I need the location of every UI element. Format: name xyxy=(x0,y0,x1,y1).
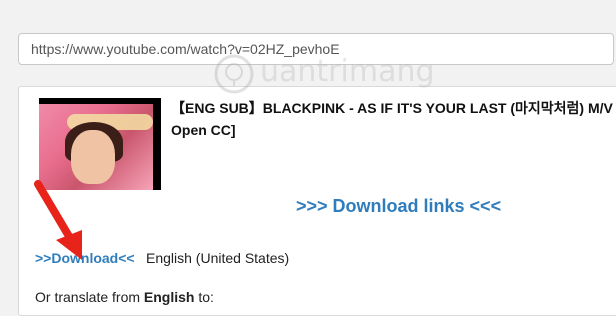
translate-suffix: to: xyxy=(194,289,214,305)
video-thumbnail[interactable] xyxy=(39,98,161,190)
thumbnail-image xyxy=(39,104,153,190)
watermark-logo: uantrimang xyxy=(212,50,448,98)
lightbulb-icon xyxy=(214,54,254,94)
video-title: 【ENG SUB】BLACKPINK - AS IF IT'S YOUR LAS… xyxy=(171,100,613,138)
thumbnail-face xyxy=(71,130,115,184)
red-arrow-icon xyxy=(34,180,82,260)
download-links-button[interactable]: >>> Download links <<< xyxy=(296,196,501,217)
watermark-text: uantrimang xyxy=(260,54,435,89)
translate-line: Or translate from English to: xyxy=(35,289,214,305)
subtitle-language: English (United States) xyxy=(146,250,290,266)
translate-prefix: Or translate from xyxy=(35,289,144,305)
translate-from-language: English xyxy=(143,289,195,305)
